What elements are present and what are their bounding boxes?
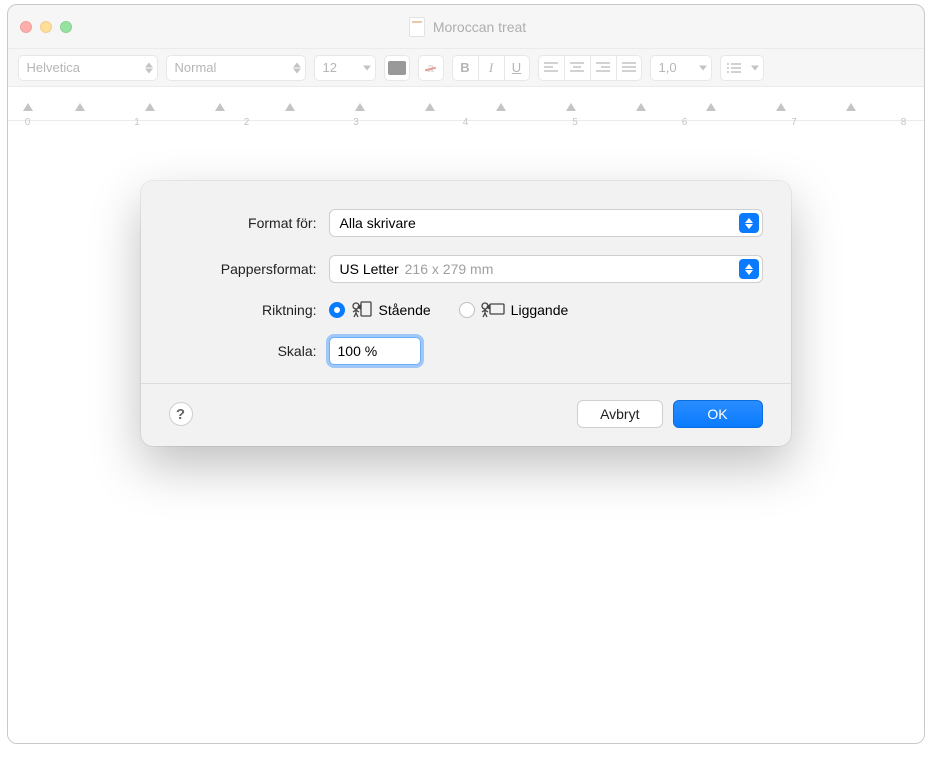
paper-format-select[interactable]: US Letter 216 x 279 mm	[329, 255, 763, 283]
cancel-button[interactable]: Avbryt	[577, 400, 662, 428]
orientation-portrait-label: Stående	[379, 302, 431, 318]
portrait-icon	[351, 301, 373, 319]
scale-value: 100 %	[338, 343, 378, 359]
ok-label: OK	[707, 406, 727, 422]
paper-format-label: Pappersformat:	[169, 261, 329, 277]
paper-format-value: US Letter	[340, 261, 399, 277]
orientation-label: Riktning:	[169, 302, 329, 318]
scale-label: Skala:	[169, 343, 329, 359]
help-label: ?	[176, 406, 185, 423]
page-setup-dialog: Format för: Alla skrivare Pappersformat:…	[141, 181, 791, 446]
radio-checked-icon	[329, 302, 345, 318]
orientation-landscape-label: Liggande	[511, 302, 569, 318]
orientation-portrait-radio[interactable]: Stående	[329, 301, 431, 319]
dialog-footer: ? Avbryt OK	[169, 384, 763, 446]
radio-unchecked-icon	[459, 302, 475, 318]
landscape-icon	[481, 301, 505, 319]
help-button[interactable]: ?	[169, 402, 193, 426]
orientation-landscape-radio[interactable]: Liggande	[459, 301, 569, 319]
format-for-select[interactable]: Alla skrivare	[329, 209, 763, 237]
paper-dimensions: 216 x 279 mm	[405, 261, 494, 277]
cancel-label: Avbryt	[600, 406, 639, 422]
select-stepper-icon	[739, 213, 759, 233]
ok-button[interactable]: OK	[673, 400, 763, 428]
format-for-label: Format för:	[169, 215, 329, 231]
scale-input[interactable]: 100 %	[329, 337, 421, 365]
select-stepper-icon	[739, 259, 759, 279]
app-window: Moroccan treat Helvetica Normal 12 a	[7, 4, 925, 744]
format-for-value: Alla skrivare	[340, 215, 416, 231]
